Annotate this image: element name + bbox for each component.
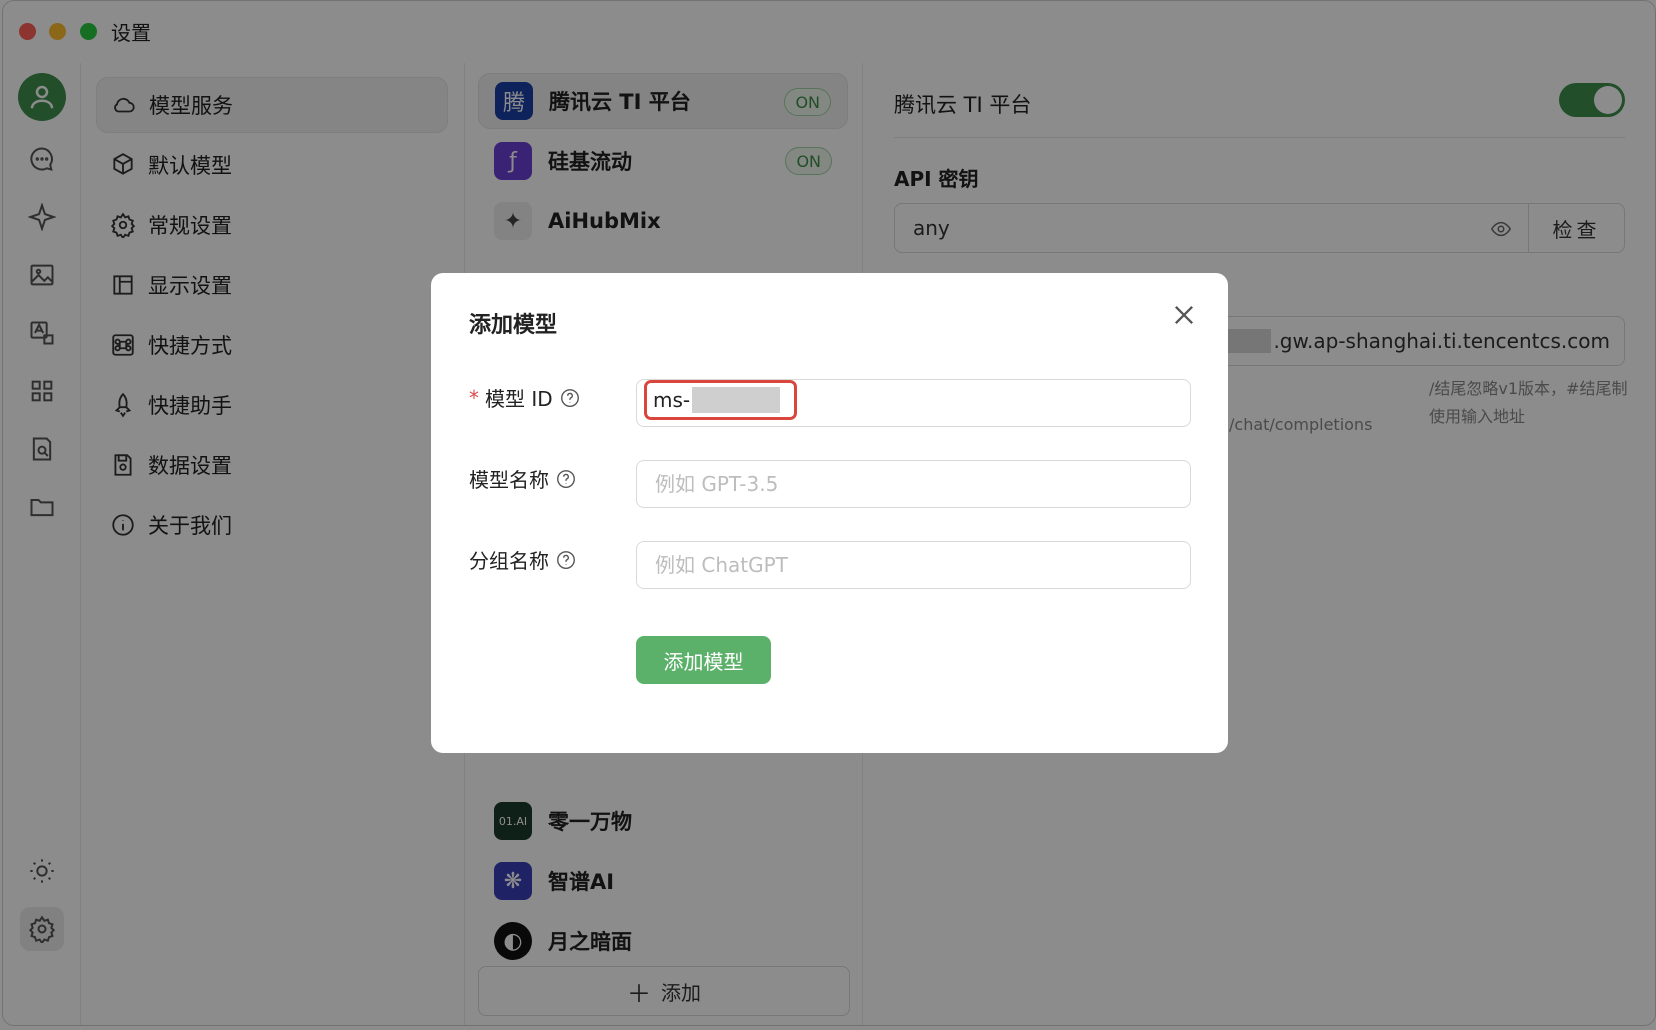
model-id-label: 模型 ID <box>485 387 553 411</box>
model-name-label-row: 模型名称 <box>469 464 577 493</box>
group-name-input[interactable] <box>636 541 1191 589</box>
model-id-highlight: ms- <box>644 380 797 420</box>
close-dialog-button[interactable] <box>1170 301 1198 329</box>
group-name-label: 分组名称 <box>469 549 549 573</box>
model-id-label-row: * 模型 ID <box>469 383 581 412</box>
help-icon[interactable] <box>559 387 581 409</box>
group-name-label-row: 分组名称 <box>469 545 577 574</box>
dialog-title: 添加模型 <box>469 313 558 338</box>
model-id-value: ms- <box>653 388 691 412</box>
redacted-text <box>692 387 781 413</box>
help-icon[interactable] <box>555 549 577 571</box>
add-model-dialog: 添加模型 * 模型 ID ms- 模型名称 分组名称 添加模型 <box>431 273 1228 753</box>
model-name-input[interactable] <box>636 460 1191 508</box>
model-name-label: 模型名称 <box>469 468 549 492</box>
close-icon <box>1175 306 1193 324</box>
required-mark: * <box>469 385 479 410</box>
add-model-submit-button[interactable]: 添加模型 <box>636 636 771 684</box>
help-icon[interactable] <box>555 468 577 490</box>
